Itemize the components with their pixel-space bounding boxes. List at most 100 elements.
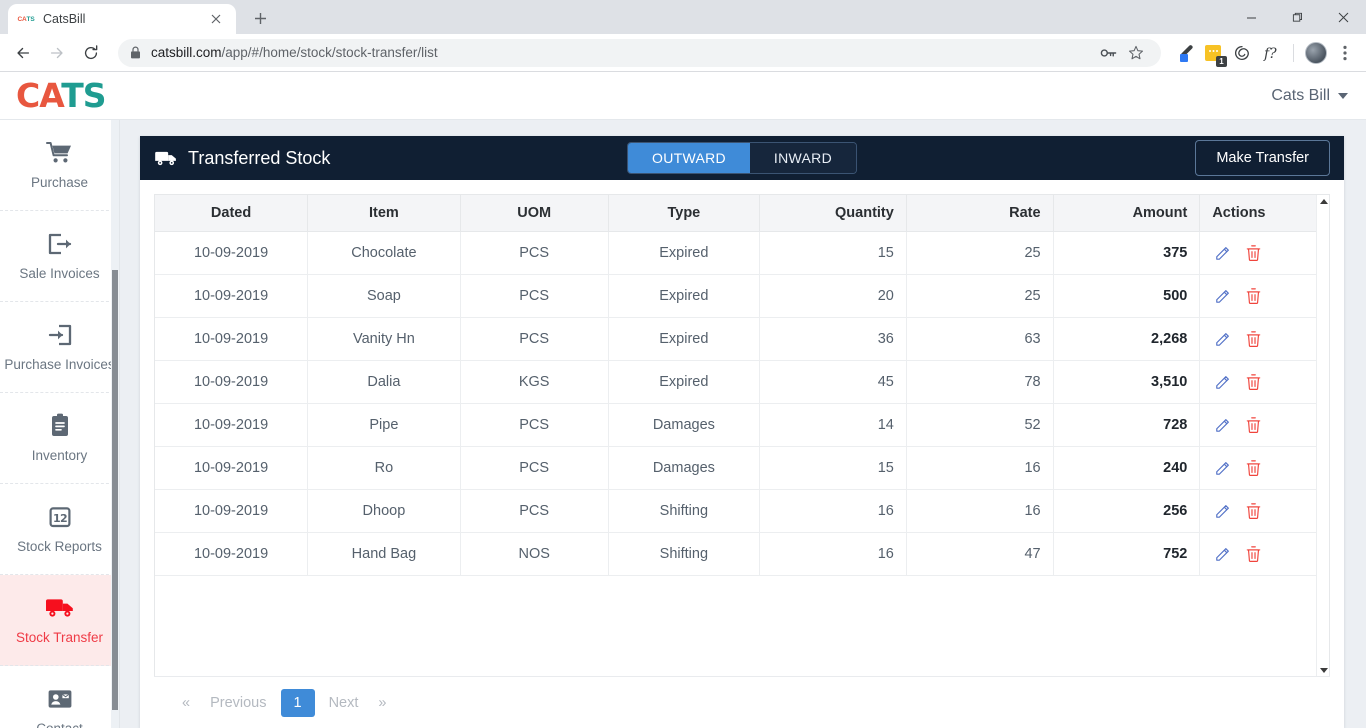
sidebar-item-sale-invoices[interactable]: Sale Invoices [0,211,119,302]
column-quantity[interactable]: Quantity [759,195,907,232]
sidebar-item-inventory[interactable]: Inventory [0,393,119,484]
new-tab-button[interactable] [246,4,274,32]
sidebar-item-label: Stock Transfer [15,629,104,645]
table-row[interactable]: 10-09-2019 Soap PCS Expired 20 25 500 [155,274,1329,318]
sidebar-item-label: Contact [36,720,83,728]
column-item[interactable]: Item [307,195,461,232]
cell-amount: 375 [1053,231,1201,275]
make-transfer-button[interactable]: Make Transfer [1195,140,1330,176]
bookmark-star-icon[interactable] [1123,40,1149,66]
reload-icon[interactable] [76,38,106,68]
address-bar[interactable]: catsbill.com/app/#/home/stock/stock-tran… [118,38,1161,67]
forward-arrow-icon[interactable] [42,38,72,68]
column-amount[interactable]: Amount [1053,195,1201,232]
cell-uom: PCS [460,446,609,490]
sidebar-item-label: Inventory [31,447,88,463]
cell-rate: 47 [906,532,1054,576]
table-header-row: Dated Item UOM Type Quantity Rate Amount… [155,195,1329,232]
trash-delete-icon[interactable] [1242,371,1264,393]
cats-logo[interactable]: CATS [16,79,106,112]
sidebar-item-label: Stock Reports [17,538,102,554]
trash-delete-icon[interactable] [1242,457,1264,479]
sidebar-scrollbar-thumb[interactable] [112,270,118,710]
trash-delete-icon[interactable] [1242,500,1264,522]
profile-avatar[interactable] [1303,40,1329,66]
edit-pencil-icon[interactable] [1212,414,1234,436]
shopping-cart-icon [46,140,73,166]
sidebar-item-label: Sale Invoices [19,265,100,281]
window-maximize-button[interactable] [1274,0,1320,34]
sidebar-item-purchase-invoices[interactable]: Purchase Invoices [0,302,119,393]
page-title: Transferred Stock [154,148,330,169]
sidebar-item-purchase[interactable]: Purchase [0,120,119,211]
pagination: « Previous 1 Next » [154,676,1330,728]
table-row[interactable]: 10-09-2019 Hand Bag NOS Shifting 16 47 752 [155,532,1329,576]
table-row[interactable]: 10-09-2019 Pipe PCS Damages 14 52 728 [155,403,1329,447]
edit-pencil-icon[interactable] [1212,500,1234,522]
tab-close-icon[interactable] [206,9,226,29]
cell-item: Vanity Hn [307,317,461,361]
application-root: CATS Cats Bill Purchase Sale Invoices Pu… [0,72,1366,728]
eyedropper-extension-icon[interactable] [1171,40,1197,66]
sidebar-scrollbar[interactable] [111,120,119,728]
cell-amount: 728 [1053,403,1201,447]
cell-rate: 25 [906,231,1054,275]
edit-pencil-icon[interactable] [1212,285,1234,307]
sidebar-item-stock-transfer[interactable]: Stock Transfer [0,575,119,666]
cell-uom: NOS [460,532,609,576]
scroll-up-arrow-icon[interactable] [1317,195,1329,207]
table-row[interactable]: 10-09-2019 Vanity Hn PCS Expired 36 63 2,268 [155,317,1329,361]
scroll-down-arrow-icon[interactable] [1317,664,1329,676]
column-dated[interactable]: Dated [155,195,309,232]
edit-pencil-icon[interactable] [1212,543,1234,565]
spiral-extension-icon[interactable] [1229,40,1255,66]
edit-pencil-icon[interactable] [1212,457,1234,479]
table-row[interactable]: 10-09-2019 Chocolate PCS Expired 15 25 375 [155,231,1329,275]
browser-tab[interactable]: CA TS CatsBill [8,4,236,34]
table-vertical-scrollbar[interactable] [1316,195,1329,676]
trash-delete-icon[interactable] [1242,543,1264,565]
table-row[interactable]: 10-09-2019 Dalia KGS Expired 45 78 3,510 [155,360,1329,404]
table-row[interactable]: 10-09-2019 Dhoop PCS Shifting 16 16 256 [155,489,1329,533]
trash-delete-icon[interactable] [1242,414,1264,436]
cell-actions [1199,532,1329,576]
kebab-menu-icon[interactable] [1332,40,1358,66]
cell-actions [1199,446,1329,490]
edit-pencil-icon[interactable] [1212,242,1234,264]
cell-item: Ro [307,446,461,490]
cell-amount: 256 [1053,489,1201,533]
address-bar-url: catsbill.com/app/#/home/stock/stock-tran… [151,45,438,60]
edit-pencil-icon[interactable] [1212,371,1234,393]
sidebar-item-stock-reports[interactable]: 12 Stock Reports [0,484,119,575]
pagination-previous[interactable]: Previous [200,689,276,717]
edit-pencil-icon[interactable] [1212,328,1234,350]
clipboard-icon [49,413,71,439]
pagination-next[interactable]: Next [319,689,369,717]
column-rate[interactable]: Rate [906,195,1054,232]
pagination-page-1[interactable]: 1 [280,688,315,717]
pagination-first[interactable]: « [176,689,196,717]
trash-delete-icon[interactable] [1242,328,1264,350]
cell-quantity: 45 [759,360,907,404]
password-key-icon[interactable] [1095,40,1121,66]
trash-delete-icon[interactable] [1242,285,1264,307]
tab-outward[interactable]: OUTWARD [628,143,750,173]
user-menu[interactable]: Cats Bill [1271,87,1348,105]
cell-item: Pipe [307,403,461,447]
table-row[interactable]: 10-09-2019 Ro PCS Damages 15 16 240 [155,446,1329,490]
back-arrow-icon[interactable] [8,38,38,68]
window-minimize-button[interactable] [1228,0,1274,34]
window-close-button[interactable] [1320,0,1366,34]
cell-item: Hand Bag [307,532,461,576]
cell-type: Damages [608,446,761,490]
cell-actions [1199,489,1329,533]
column-type[interactable]: Type [608,195,761,232]
tab-inward[interactable]: INWARD [749,143,856,173]
column-uom[interactable]: UOM [460,195,609,232]
pagination-last[interactable]: » [372,689,392,717]
table-scroll-area: Dated Item UOM Type Quantity Rate Amount… [154,194,1330,676]
trash-delete-icon[interactable] [1242,242,1264,264]
sidebar-item-contact[interactable]: Contact [0,666,119,728]
sticky-note-extension-icon[interactable]: 1 [1200,40,1227,67]
table-container: Dated Item UOM Type Quantity Rate Amount… [140,180,1344,728]
